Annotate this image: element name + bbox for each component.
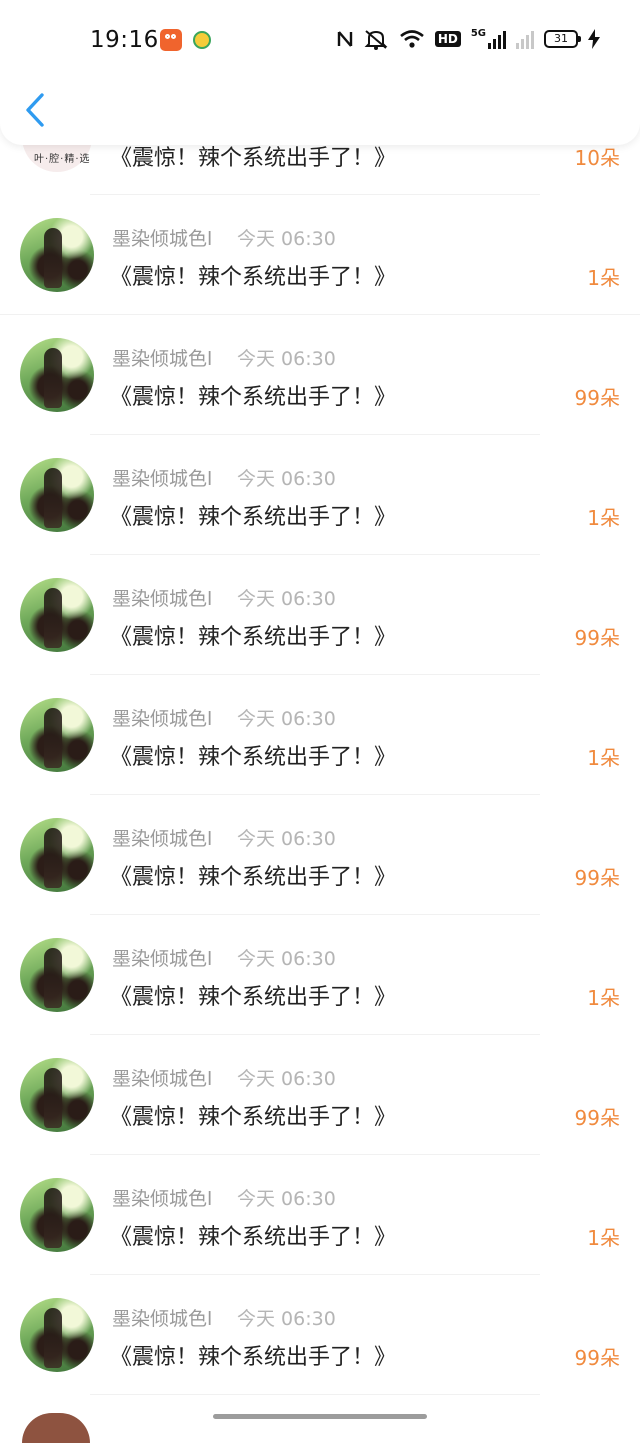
status-bar: 19:16 HD 5G 31 [0, 0, 640, 80]
item-title: 《震惊！辣个系统出手了！》 [110, 505, 397, 530]
hd-badge: HD [434, 31, 461, 47]
divider [90, 554, 540, 555]
charging-icon [588, 29, 600, 49]
post-time: 今天 06:30 [237, 468, 336, 490]
user-name[interactable]: 墨染倾城色l [112, 1184, 212, 1211]
network-type: 5G [470, 28, 486, 39]
gift-count: 1朵 [587, 746, 620, 770]
avatar[interactable] [20, 458, 94, 532]
divider [90, 1154, 540, 1155]
wifi-icon [399, 30, 424, 48]
post-time: 今天 06:30 [237, 348, 336, 370]
divider [90, 1394, 540, 1395]
item-title: 《震惊！辣个系统出手了！》 [110, 865, 397, 890]
divider [90, 434, 540, 435]
avatar[interactable] [20, 338, 94, 412]
gift-count: 99朵 [574, 1346, 620, 1370]
nfc-icon [337, 31, 353, 47]
avatar[interactable] [20, 1298, 94, 1372]
user-name[interactable]: 墨染倾城色l [112, 944, 212, 971]
list-item[interactable]: 墨染倾城色l 今天 06:30 《震惊！辣个系统出手了！》 99朵 [0, 796, 640, 916]
post-time: 今天 06:30 [237, 1188, 336, 1210]
gift-count: 99朵 [574, 1106, 620, 1130]
gift-count: 1朵 [587, 1226, 620, 1250]
gift-count: 99朵 [574, 386, 620, 410]
gift-count: 1朵 [587, 266, 620, 290]
divider [90, 194, 540, 195]
gift-count: 10朵 [574, 146, 620, 170]
app-notification-icon [160, 29, 182, 51]
divider [90, 794, 540, 795]
list-item[interactable]: 墨染倾城色l 今天 06:30 《震惊！辣个系统出手了！》 99朵 [0, 556, 640, 676]
top-bar: 19:16 HD 5G 31 [0, 0, 640, 145]
back-button[interactable] [22, 92, 52, 128]
avatar-logo-text: 叶·腔·精·选 [34, 154, 91, 165]
gift-count: 1朵 [587, 506, 620, 530]
chevron-left-icon [26, 93, 44, 127]
post-time: 今天 06:30 [237, 1308, 336, 1330]
divider [90, 1274, 540, 1275]
list-item[interactable]: 墨染倾城色l 今天 06:30 《震惊！辣个系统出手了！》 1朵 [0, 916, 640, 1036]
item-title: 《震惊！辣个系统出手了！》 [110, 625, 397, 650]
post-time: 今天 06:30 [237, 948, 336, 970]
avatar[interactable] [20, 698, 94, 772]
user-name[interactable]: 墨染倾城色l [112, 1064, 212, 1091]
list-item[interactable]: 墨染倾城色l 今天 06:30 《震惊！辣个系统出手了！》 99朵 [0, 316, 640, 436]
list-item[interactable]: 墨染倾城色l 今天 06:30 《震惊！辣个系统出手了！》 1朵 [0, 196, 640, 316]
avatar[interactable] [20, 1178, 94, 1252]
home-indicator[interactable] [213, 1414, 427, 1419]
cellular-signal: 5G [471, 29, 506, 49]
item-title: 《震惊！辣个系统出手了！》 [110, 1105, 397, 1130]
avatar[interactable] [20, 1058, 94, 1132]
list-item[interactable]: 墨染倾城色l 今天 06:30 《震惊！辣个系统出手了！》 1朵 [0, 1156, 640, 1276]
item-title: 《震惊！辣个系统出手了！》 [110, 265, 397, 290]
user-name[interactable]: 墨染倾城色l [112, 464, 212, 491]
gift-count: 99朵 [574, 626, 620, 650]
avatar[interactable] [20, 938, 94, 1012]
battery-icon: 31 [544, 30, 581, 48]
user-name[interactable]: 墨染倾城色l [112, 704, 212, 731]
post-time: 今天 06:30 [237, 828, 336, 850]
list-item[interactable]: 墨染倾城色l 今天 06:30 《震惊！辣个系统出手了！》 1朵 [0, 676, 640, 796]
status-icons: HD 5G 31 [337, 28, 600, 50]
clock: 19:16 [90, 27, 159, 53]
user-name[interactable]: 墨染倾城色l [112, 824, 212, 851]
secondary-signal-icon [516, 29, 534, 49]
list-item[interactable]: 墨染倾城色l 今天 06:30 《震惊！辣个系统出手了！》 99朵 [0, 1036, 640, 1156]
avatar[interactable] [20, 578, 94, 652]
mute-icon [364, 30, 388, 50]
user-name[interactable]: 墨染倾城色l [112, 1304, 212, 1331]
item-title: 《震惊！辣个系统出手了！》 [110, 745, 397, 770]
item-title: 《震惊！辣个系统出手了！》 [110, 1345, 397, 1370]
divider [90, 674, 540, 675]
user-name[interactable]: 墨染倾城色l [112, 224, 212, 251]
item-title: 《震惊！辣个系统出手了！》 [110, 985, 397, 1010]
divider [90, 1034, 540, 1035]
item-title: 《震惊！辣个系统出手了！》 [110, 1225, 397, 1250]
user-name[interactable]: 墨染倾城色l [112, 584, 212, 611]
post-time: 今天 06:30 [237, 708, 336, 730]
divider [90, 914, 540, 915]
post-time: 今天 06:30 [237, 588, 336, 610]
list-item[interactable]: 墨染倾城色l 今天 06:30 《震惊！辣个系统出手了！》 1朵 [0, 436, 640, 556]
post-time: 今天 06:30 [237, 228, 336, 250]
list-item[interactable]: 墨染倾城色l 今天 06:30 《震惊！辣个系统出手了！》 99朵 [0, 1276, 640, 1396]
user-name[interactable]: 墨染倾城色l [112, 344, 212, 371]
app-notification-icon [193, 31, 211, 49]
divider [0, 314, 640, 315]
post-time: 今天 06:30 [237, 1068, 336, 1090]
gift-count: 99朵 [574, 866, 620, 890]
signal-bars-icon [488, 29, 506, 49]
gift-count: 1朵 [587, 986, 620, 1010]
avatar[interactable] [22, 1413, 90, 1443]
item-title: 《震惊！辣个系统出手了！》 [110, 385, 397, 410]
avatar[interactable] [20, 218, 94, 292]
avatar[interactable] [20, 818, 94, 892]
